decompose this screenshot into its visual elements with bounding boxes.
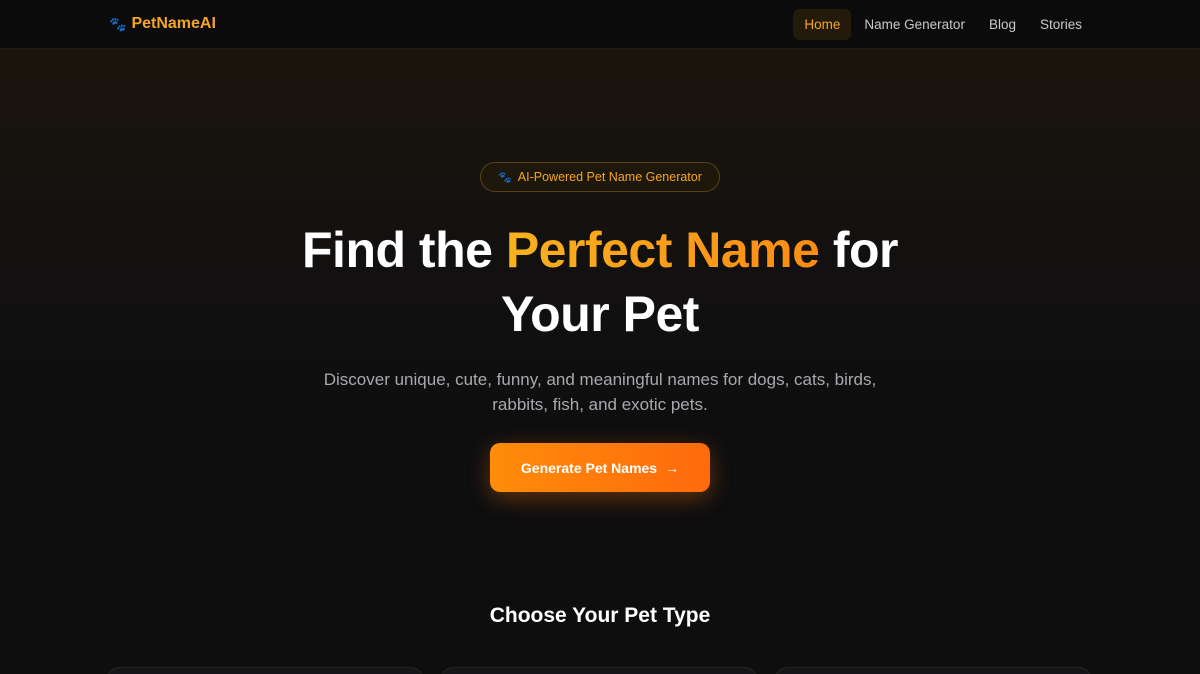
arrow-right-icon: → <box>665 459 680 476</box>
hero-headline: Find the Perfect Name for Your Pet <box>0 218 1200 346</box>
pet-type-card[interactable] <box>775 667 1091 674</box>
nav-home[interactable]: Home <box>793 8 852 40</box>
cta-label: Generate Pet Names <box>520 459 658 476</box>
generate-pet-names-button[interactable]: Generate Pet Names → <box>490 443 710 492</box>
headline-accent: Perfect Name <box>505 222 820 278</box>
main-nav: Home Name Generator Blog Stories <box>793 8 1093 40</box>
nav-name-generator[interactable]: Name Generator <box>853 9 976 40</box>
paw-icon: 🐾 <box>498 171 512 184</box>
headline-line2: Your Pet <box>501 286 699 342</box>
pet-type-card[interactable] <box>107 667 423 674</box>
nav-blog[interactable]: Blog <box>978 9 1027 40</box>
brand-name: PetNameAI <box>131 15 216 32</box>
pet-type-card[interactable] <box>441 667 757 674</box>
nav-stories[interactable]: Stories <box>1029 9 1093 40</box>
hero-subtext: Discover unique, cute, funny, and meanin… <box>323 370 877 414</box>
top-navbar: 🐾 PetNameAI Home Name Generator Blog Sto… <box>0 0 1200 49</box>
hero-badge-label: AI-Powered Pet Name Generator <box>517 170 702 184</box>
hero-badge: 🐾 AI-Powered Pet Name Generator <box>480 162 720 192</box>
pet-type-section-title: Choose Your Pet Type <box>489 604 711 627</box>
paw-icon: 🐾 <box>109 16 127 32</box>
brand-logo[interactable]: 🐾 PetNameAI <box>109 15 216 33</box>
headline-part1: Find the <box>302 222 506 278</box>
headline-part2: for <box>819 222 899 278</box>
